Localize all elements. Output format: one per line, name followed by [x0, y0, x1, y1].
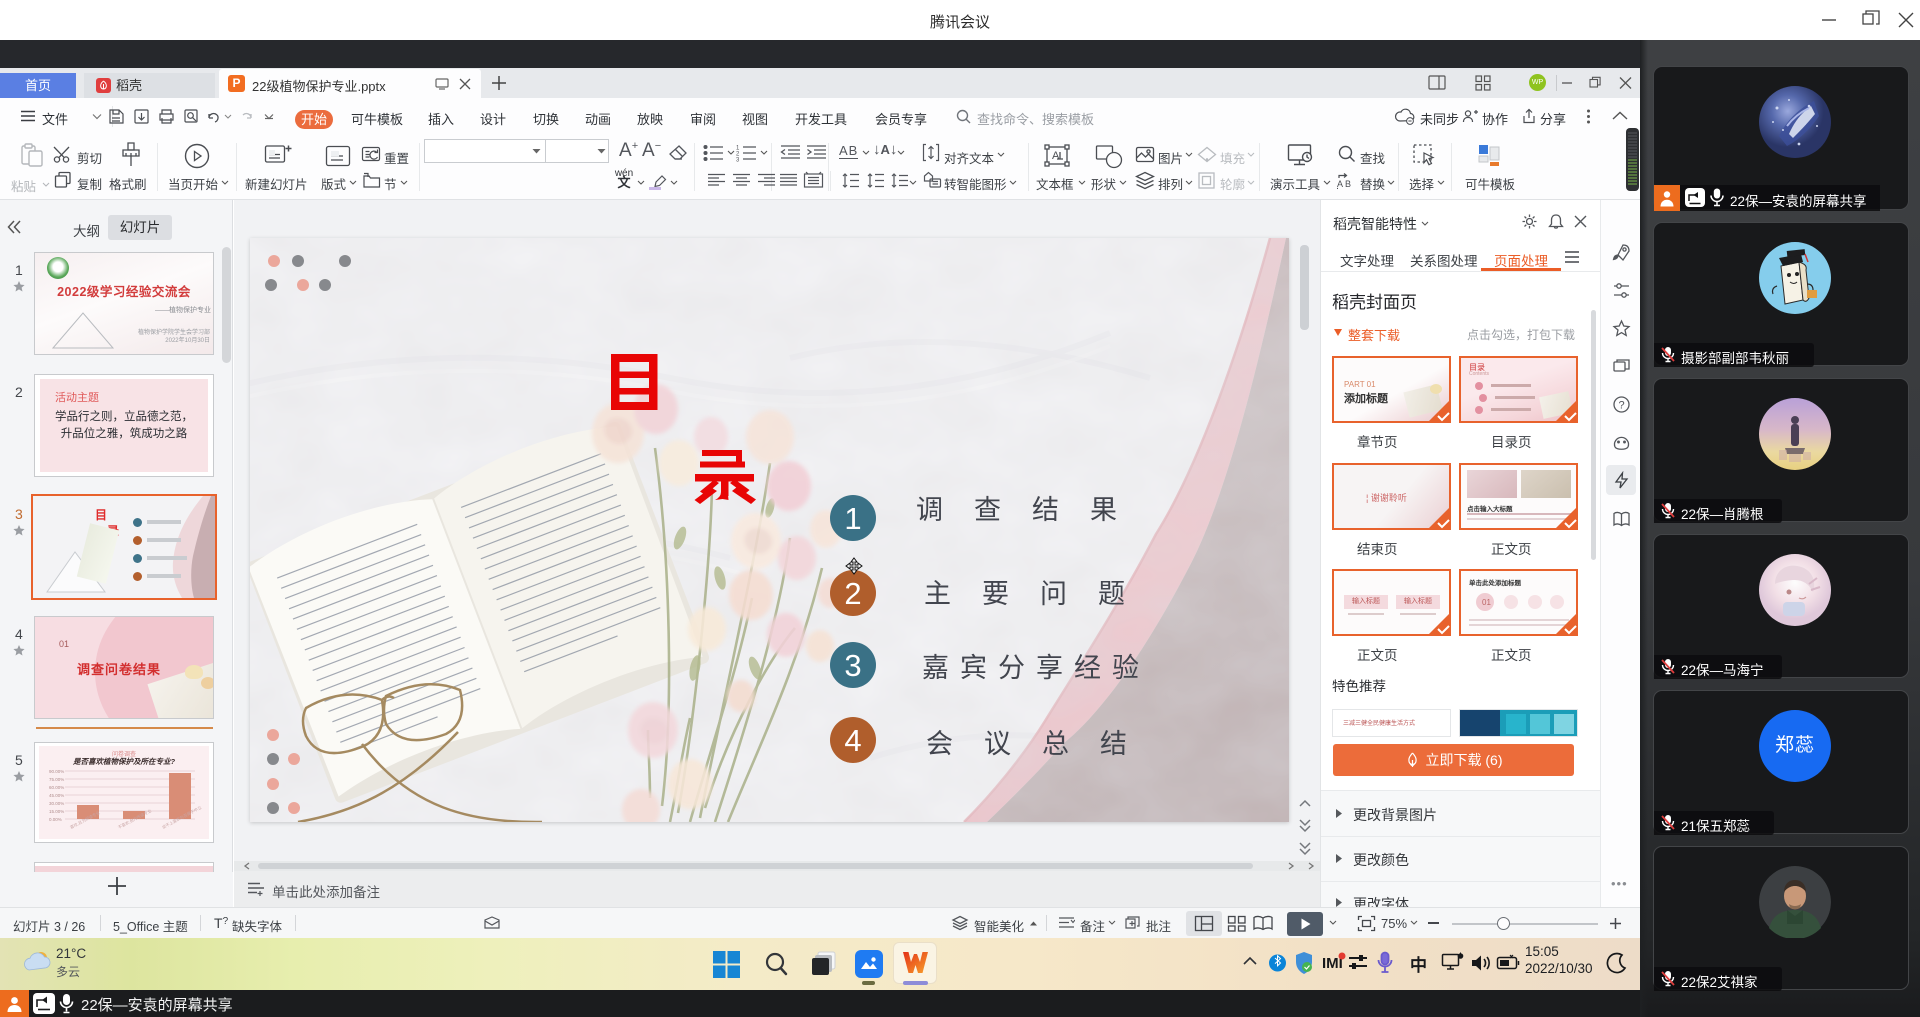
svg-text:3: 3 — [844, 648, 861, 683]
svg-text:3: 3 — [736, 158, 740, 163]
svg-text:?: ? — [1619, 400, 1625, 412]
svg-text:30.00%: 30.00% — [49, 801, 64, 806]
svg-text:B: B — [1345, 179, 1351, 189]
svg-text:0.00%: 0.00% — [49, 817, 62, 822]
svg-text:90.00%: 90.00% — [49, 769, 64, 774]
svg-text:75.00%: 75.00% — [49, 777, 64, 782]
svg-text:A: A — [1337, 179, 1343, 189]
svg-text:不喜欢,但为所读专业: 不喜欢,但为所读专业 — [117, 807, 153, 830]
svg-text:4: 4 — [844, 723, 861, 758]
svg-text:45.00%: 45.00% — [49, 793, 64, 798]
svg-text:60.00%: 60.00% — [49, 785, 64, 790]
svg-text:1: 1 — [844, 501, 861, 536]
svg-text:2: 2 — [844, 576, 861, 611]
svg-text:01: 01 — [1482, 598, 1491, 607]
svg-text:15.00%: 15.00% — [49, 809, 64, 814]
svg-text:A: A — [1052, 150, 1060, 162]
